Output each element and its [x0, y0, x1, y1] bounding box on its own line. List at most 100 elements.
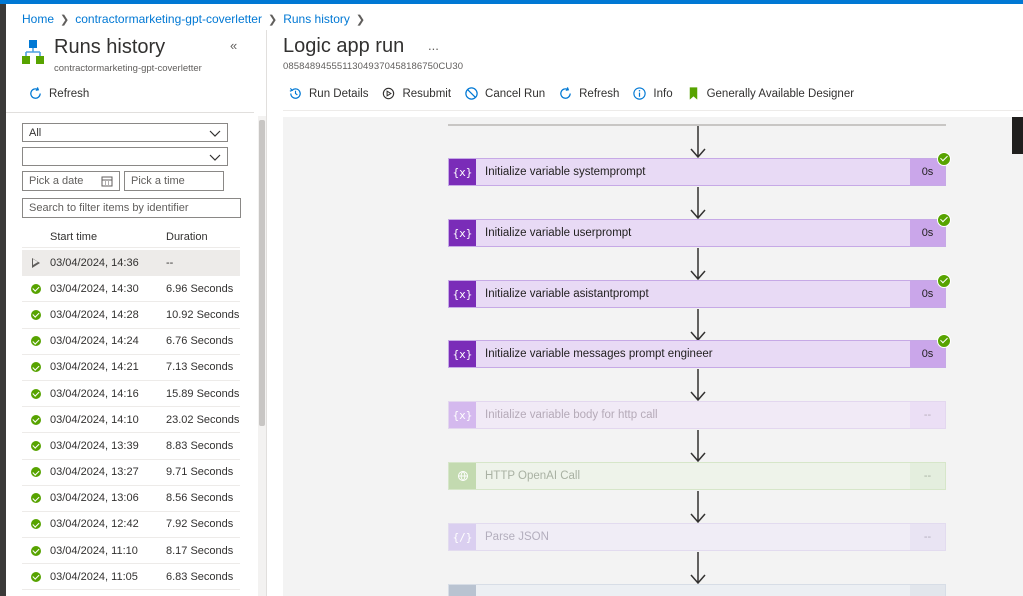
- designer-toggle-button[interactable]: Generally Available Designer: [686, 86, 854, 101]
- run-row[interactable]: 03/04/2024, 14:30 6.96 Seconds: [22, 276, 240, 303]
- search-placeholder: Search to filter items by identifier: [29, 202, 189, 214]
- step-duration: --: [910, 402, 945, 428]
- workflow-step[interactable]: {/} Parse JSON --: [448, 523, 946, 551]
- chevron-right-icon: ❯: [267, 13, 278, 26]
- resubmit-label: Resubmit: [402, 87, 452, 100]
- history-icon: [289, 87, 301, 99]
- refresh-run-label: Refresh: [579, 87, 620, 100]
- runs-table-header: Start time Duration: [22, 226, 240, 248]
- run-start-time: 03/04/2024, 14:24: [50, 335, 139, 348]
- chevron-down-icon: [209, 154, 221, 161]
- step-label: Parse JSON: [485, 531, 549, 543]
- succeeded-status-icon: [31, 440, 41, 451]
- succeeded-status-icon: [31, 336, 41, 347]
- runs-history-panel: Runs history contractormarketing-gpt-cov…: [6, 30, 268, 596]
- run-duration: 15.89 Seconds: [166, 387, 240, 400]
- designer-label: Generally Available Designer: [706, 87, 855, 100]
- run-duration: 6.96 Seconds: [166, 282, 234, 295]
- flow-arrow-icon: [690, 491, 706, 524]
- run-row[interactable]: 03/04/2024, 14:16 15.89 Seconds: [22, 381, 240, 408]
- breadcrumb-logic-app[interactable]: contractormarketing-gpt-coverletter: [75, 12, 262, 26]
- run-row[interactable]: 03/04/2024, 13:39 8.83 Seconds: [22, 433, 240, 460]
- toolbar-divider: [283, 110, 1023, 111]
- status-filter-select[interactable]: All: [22, 123, 228, 142]
- flow-arrow-icon: [690, 126, 706, 159]
- run-start-time: 03/04/2024, 14:30: [50, 282, 139, 295]
- workflow-step-partial[interactable]: [448, 584, 946, 596]
- step-succeeded-icon: [937, 334, 951, 348]
- date-picker[interactable]: Pick a date: [22, 171, 120, 191]
- column-start-time[interactable]: Start time: [50, 231, 166, 243]
- info-button[interactable]: Info: [632, 86, 673, 101]
- workflow-step[interactable]: HTTP OpenAI Call --: [448, 462, 946, 490]
- resubmit-icon: [383, 87, 395, 100]
- run-start-time: 03/04/2024, 14:10: [50, 413, 139, 426]
- run-row[interactable]: 03/04/2024, 14:21 7.13 Seconds: [22, 355, 240, 381]
- run-details-label: Run Details: [309, 87, 369, 100]
- step-label: Initialize variable systemprompt: [485, 166, 646, 178]
- run-row[interactable]: 03/04/2024, 14:28 10.92 Seconds: [22, 302, 240, 329]
- resubmit-button[interactable]: Resubmit: [381, 86, 451, 101]
- run-duration: 9.71 Seconds: [166, 466, 234, 479]
- page-title: Logic app run: [283, 35, 405, 57]
- run-duration: 8.17 Seconds: [166, 544, 234, 557]
- run-row[interactable]: 03/04/2024, 14:24 6.76 Seconds: [22, 329, 240, 355]
- running-status-icon: [32, 257, 40, 268]
- run-row[interactable]: 03/04/2024, 13:06 8.56 Seconds: [22, 486, 240, 512]
- run-duration: 7.92 Seconds: [166, 518, 234, 531]
- canvas-minimap-edge: [1012, 117, 1023, 154]
- succeeded-status-icon: [31, 545, 41, 556]
- workflow-step[interactable]: {x} Initialize variable userprompt 0s: [448, 219, 946, 247]
- workflow-step[interactable]: {x} Initialize variable asistantprompt 0s: [448, 280, 946, 308]
- run-row[interactable]: 03/04/2024, 11:05 6.83 Seconds: [22, 564, 240, 591]
- breadcrumb-home[interactable]: Home: [22, 12, 54, 26]
- run-row[interactable]: 03/04/2024, 12:42 7.92 Seconds: [22, 512, 240, 539]
- variable-icon: {x}: [449, 341, 476, 367]
- run-details-button[interactable]: Run Details: [288, 86, 368, 101]
- logic-app-icon: [22, 40, 44, 66]
- globe-icon: [449, 463, 476, 489]
- collapse-panel-button[interactable]: «: [230, 38, 237, 53]
- succeeded-status-icon: [31, 493, 41, 504]
- run-start-time: 03/04/2024, 11:10: [50, 544, 138, 557]
- variable-icon: {x}: [449, 220, 476, 246]
- more-options-button[interactable]: ...: [428, 38, 439, 53]
- workflow-step[interactable]: {x} Initialize variable body for http cal…: [448, 401, 946, 429]
- breadcrumb-runs-history[interactable]: Runs history: [283, 12, 350, 26]
- refresh-icon: [30, 87, 41, 99]
- run-row[interactable]: 03/04/2024, 14:10 23.02 Seconds: [22, 407, 240, 434]
- cancel-run-button[interactable]: Cancel Run: [464, 86, 545, 101]
- refresh-button[interactable]: Refresh: [28, 86, 89, 101]
- runs-scrollbar-thumb[interactable]: [259, 120, 265, 426]
- runs-history-header: Runs history contractormarketing-gpt-cov…: [22, 36, 202, 74]
- step-label: Initialize variable messages prompt engi…: [485, 348, 713, 360]
- flow-arrow-icon: [690, 552, 706, 585]
- succeeded-status-icon: [31, 571, 41, 582]
- run-start-time: 03/04/2024, 13:06: [50, 492, 139, 505]
- refresh-run-button[interactable]: Refresh: [558, 86, 619, 101]
- succeeded-status-icon: [31, 388, 41, 399]
- secondary-filter-select[interactable]: [22, 147, 228, 166]
- run-row[interactable]: 03/04/2024, 14:36 --: [22, 250, 240, 277]
- column-duration[interactable]: Duration: [166, 231, 240, 243]
- run-row[interactable]: 03/04/2024, 13:27 9.71 Seconds: [22, 460, 240, 486]
- run-duration: 23.02 Seconds: [166, 413, 240, 426]
- run-id: 08584894555113049370458186750CU30: [283, 61, 464, 72]
- run-toolbar: Run Details Resubmit Cancel Run Refresh …: [288, 86, 854, 101]
- cancel-icon: [465, 87, 478, 100]
- workflow-step[interactable]: {x} Initialize variable messages prompt e…: [448, 340, 946, 368]
- run-row[interactable]: 03/04/2024, 11:10 8.17 Seconds: [22, 538, 240, 565]
- step-label: Initialize variable asistantprompt: [485, 288, 649, 300]
- workflow-step[interactable]: {x} Initialize variable systemprompt 0s: [448, 158, 946, 186]
- run-start-time: 03/04/2024, 13:27: [50, 466, 139, 479]
- run-start-time: 03/04/2024, 14:36: [50, 256, 139, 269]
- panel-subtitle: contractormarketing-gpt-coverletter: [54, 63, 202, 74]
- run-search-input[interactable]: Search to filter items by identifier: [22, 198, 241, 218]
- chevron-right-icon: ❯: [355, 13, 366, 26]
- run-start-time: 03/04/2024, 14:28: [50, 308, 139, 321]
- time-picker[interactable]: Pick a time: [124, 171, 224, 191]
- run-duration: 6.83 Seconds: [166, 570, 234, 583]
- flow-arrow-icon: [690, 369, 706, 402]
- run-start-time: 03/04/2024, 13:39: [50, 439, 139, 452]
- step-duration: --: [910, 463, 945, 489]
